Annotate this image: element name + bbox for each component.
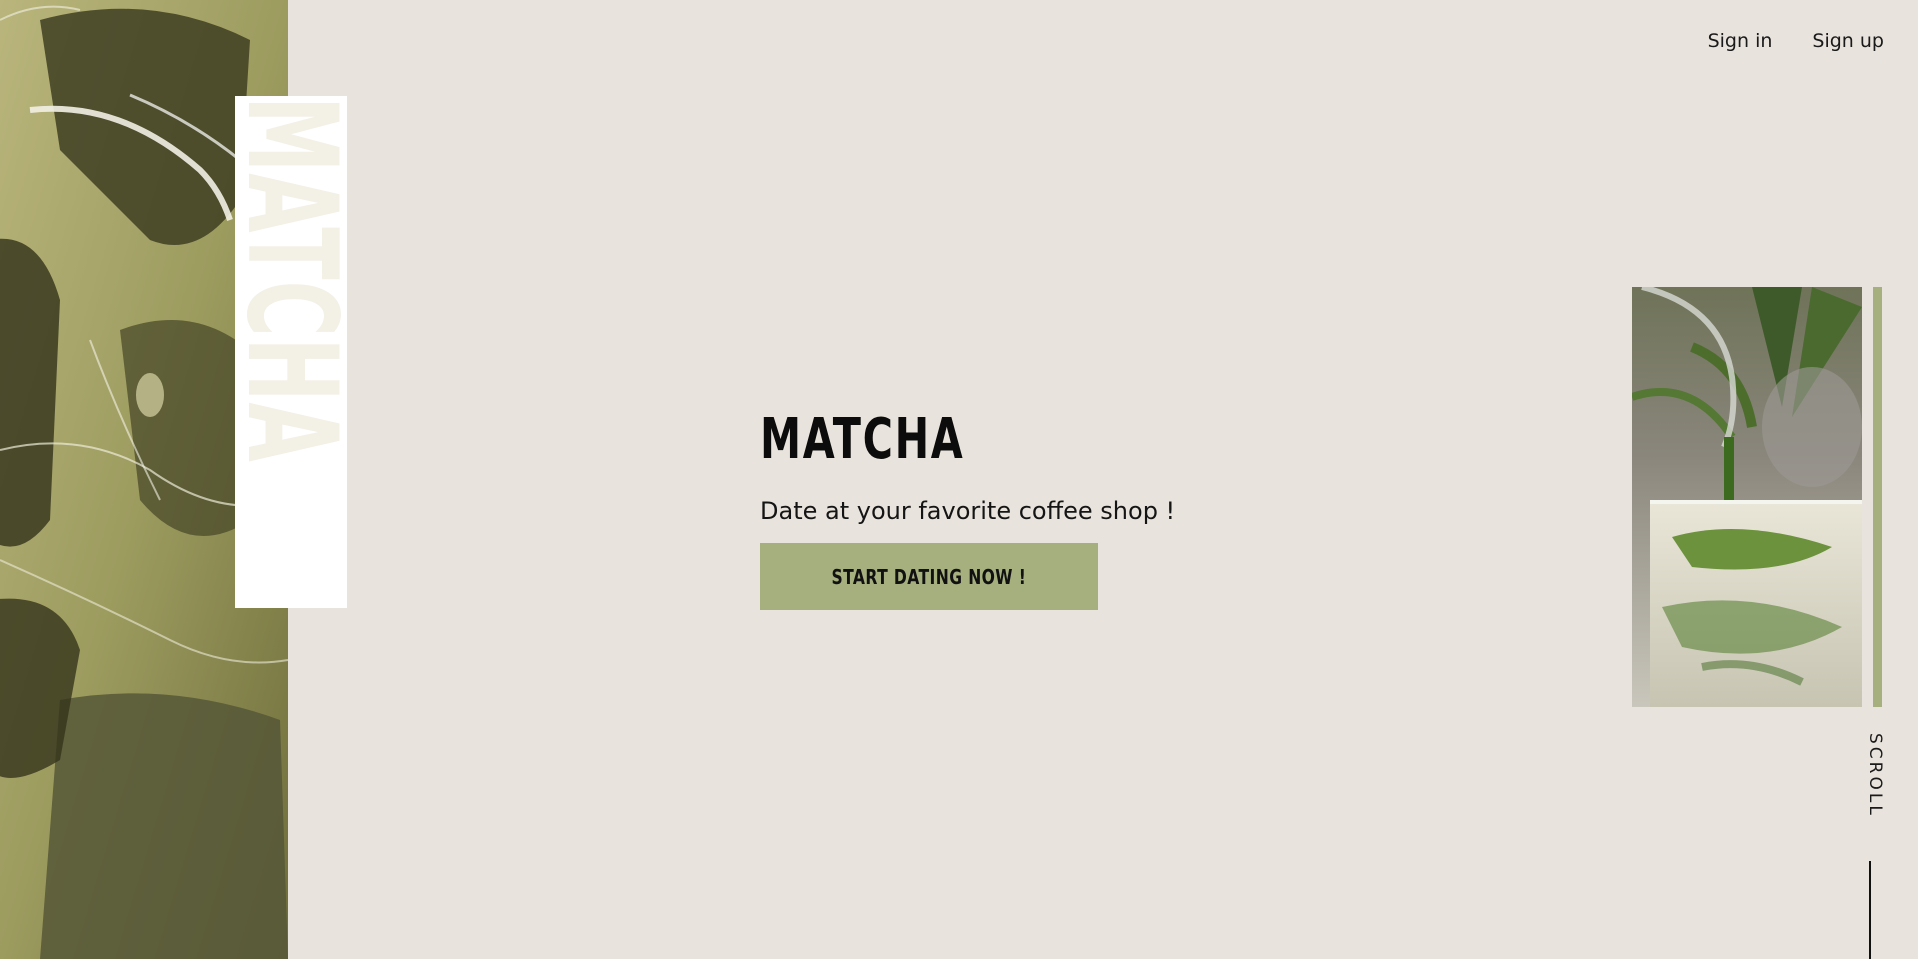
hero-section: MATCHA Date at your favorite coffee shop…	[760, 410, 1240, 610]
start-dating-button-label: START DATING NOW !	[831, 564, 1027, 589]
accent-bar	[1873, 287, 1882, 707]
hero-subtitle: Date at your favorite coffee shop !	[760, 497, 1176, 525]
sign-in-link[interactable]: Sign in	[1708, 30, 1773, 52]
vertical-brand-text: MATCHA	[235, 96, 347, 463]
scroll-indicator[interactable]: SCROLL	[1863, 733, 1887, 833]
matcha-pour-photo	[1632, 287, 1862, 707]
scroll-label: SCROLL	[1865, 733, 1885, 818]
scroll-line	[1869, 861, 1871, 959]
vertical-brand-word: MATCHA	[235, 96, 347, 608]
top-nav: Sign in Sign up	[1708, 30, 1884, 52]
sign-up-link[interactable]: Sign up	[1812, 30, 1884, 52]
start-dating-button[interactable]: START DATING NOW !	[760, 543, 1098, 610]
landing-page: MATCHA Sign in Sign up MATCHA Date at yo…	[0, 0, 1918, 959]
hero-title: MATCHA	[760, 407, 965, 472]
